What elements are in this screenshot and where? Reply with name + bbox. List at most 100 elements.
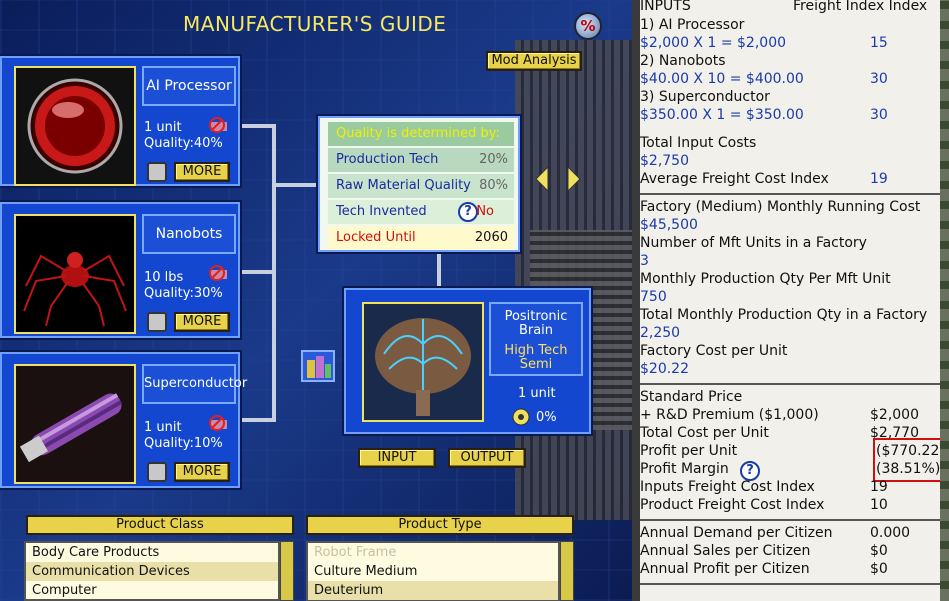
profit-label: Profit per Unit (640, 443, 738, 459)
connector-line (242, 270, 276, 274)
inputs-header: INPUTS (640, 0, 691, 14)
product-type-list: Robot Frame Culture Medium Deuterium (306, 541, 560, 601)
input-freight-index: 30 (870, 107, 888, 123)
product-class-scrollbar[interactable] (280, 541, 294, 601)
list-item[interactable]: Body Care Products (26, 543, 278, 562)
input-checkbox[interactable] (147, 162, 167, 182)
more-button[interactable]: MORE (174, 162, 230, 182)
list-item[interactable]: Deuterium (308, 581, 558, 600)
more-button[interactable]: MORE (174, 312, 230, 332)
product-qty: 1 unit (518, 386, 556, 401)
map-edge (940, 0, 949, 601)
total-monthly-label: Total Monthly Production Qty in a Factor… (640, 307, 928, 323)
quality-row-raw-material: Raw Material Quality 80% (328, 174, 514, 198)
input-panel-3: Superconductor 1 unit Quality:10% MORE (0, 350, 247, 490)
sales-value: $0 (870, 543, 888, 559)
connector-line (274, 183, 320, 187)
arrow-right-icon[interactable] (566, 165, 582, 196)
factory-unit-label: Factory Cost per Unit (640, 343, 788, 359)
input-calc: $350.00 X 1 = $350.00 (640, 107, 804, 123)
input-name: 1) AI Processor (640, 17, 745, 33)
input-freight-index: 15 (870, 35, 888, 51)
product-percent: 0% (536, 410, 557, 425)
mft-units-label: Number of Mft Units in a Factory (640, 235, 867, 251)
factory-cost-value: $45,500 (640, 217, 698, 233)
in-freight-value: 19 (870, 479, 888, 495)
total-monthly-value: 2,250 (640, 325, 681, 341)
freight-index-header: Freight Index Index (793, 0, 928, 14)
no-transport-icon (208, 264, 230, 282)
product-type-scrollbar[interactable] (560, 541, 574, 601)
input-qty: 10 lbs (144, 270, 184, 285)
list-item[interactable]: Communication Devices (26, 562, 278, 581)
product-panel: Positronic Brain High Tech Semi 1 unit 0… (342, 286, 593, 436)
input-checkbox[interactable] (147, 312, 167, 332)
sales-label: Annual Sales per Citizen (640, 543, 811, 559)
annual-profit-value: $0 (870, 561, 888, 577)
input-checkbox[interactable] (147, 462, 167, 482)
product-category: High Tech Semi (504, 343, 568, 372)
standard-price-label: Standard Price (640, 389, 743, 405)
monthly-qty-value: 750 (640, 289, 667, 305)
list-item[interactable]: Culture Medium (308, 562, 558, 581)
product-class-header: Product Class (26, 515, 294, 535)
no-transport-icon (208, 414, 230, 432)
divider (640, 519, 949, 521)
rd-premium-label: + R&D Premium ($1,000) (640, 407, 819, 423)
divider (640, 583, 949, 585)
quality-row-tech-invented: Tech Invented ? No (328, 200, 514, 224)
input-name-button[interactable]: Superconductor (142, 364, 247, 404)
demand-value: 0.000 (870, 525, 911, 541)
percent-icon[interactable]: % (574, 12, 602, 40)
input-name-button[interactable]: Nanobots (142, 214, 236, 254)
mft-units-value: 3 (640, 253, 649, 269)
connector-line (242, 418, 276, 422)
product-name-button[interactable]: Positronic Brain High Tech Semi (489, 302, 583, 376)
quality-row-locked-until: Locked Until 2060 (328, 226, 514, 250)
connector-line (242, 124, 276, 128)
factory-cost-label: Factory (Medium) Monthly Running Cost (640, 199, 921, 215)
input-quality: Quality:40% (144, 136, 223, 151)
input-calc: $40.00 X 10 = $400.00 (640, 71, 804, 87)
list-item[interactable]: Robot Frame (308, 543, 558, 562)
input-button[interactable]: INPUT (358, 448, 436, 468)
product-type-header: Product Type (306, 515, 574, 535)
quality-header: Quality is determined by: (328, 122, 514, 146)
ai-processor-image (14, 66, 136, 186)
output-button[interactable]: OUTPUT (448, 448, 526, 468)
product-name: Positronic Brain (504, 309, 568, 338)
mod-analysis-button[interactable]: Mod Analysis (486, 51, 582, 71)
connector-line (437, 254, 441, 290)
divider (640, 193, 949, 195)
page-title: MANUFACTURER'S GUIDE (183, 12, 447, 36)
building-icon[interactable] (301, 350, 335, 382)
arrow-left-icon[interactable] (534, 165, 550, 196)
more-button[interactable]: MORE (174, 462, 230, 482)
help-icon[interactable]: ? (740, 461, 760, 481)
total-cost-label: Total Cost per Unit (640, 425, 769, 441)
list-item[interactable]: Computer (26, 581, 278, 600)
input-panel-2: Nanobots 10 lbs Quality:30% MORE (0, 200, 242, 340)
help-icon[interactable]: ? (458, 202, 478, 222)
input-calc: $2,000 X 1 = $2,000 (640, 35, 787, 51)
quality-badge-icon (512, 408, 530, 430)
input-panel-1: AI Processor 1 unit Quality:40% MORE (0, 54, 242, 188)
no-transport-icon (208, 116, 230, 134)
superconductor-image (14, 364, 136, 484)
quality-box: Quality is determined by: Production Tec… (316, 114, 522, 254)
factory-unit-value: $20.22 (640, 361, 689, 377)
margin-label: Profit Margin (640, 461, 729, 477)
input-qty: 1 unit (144, 120, 182, 135)
annual-profit-label: Annual Profit per Citizen (640, 561, 810, 577)
monthly-qty-label: Monthly Production Qty Per Mft Unit (640, 271, 891, 287)
prod-freight-value: 10 (870, 497, 888, 513)
avg-freight-label: Average Freight Cost Index (640, 171, 829, 187)
input-name: 2) Nanobots (640, 53, 726, 69)
divider (640, 383, 949, 385)
in-freight-label: Inputs Freight Cost Index (640, 479, 815, 495)
input-freight-index: 30 (870, 71, 888, 87)
total-input-label: Total Input Costs (640, 135, 757, 151)
nanobots-image (14, 214, 136, 334)
input-name-button[interactable]: AI Processor (142, 66, 236, 106)
rd-premium-value: $2,000 (870, 407, 919, 423)
